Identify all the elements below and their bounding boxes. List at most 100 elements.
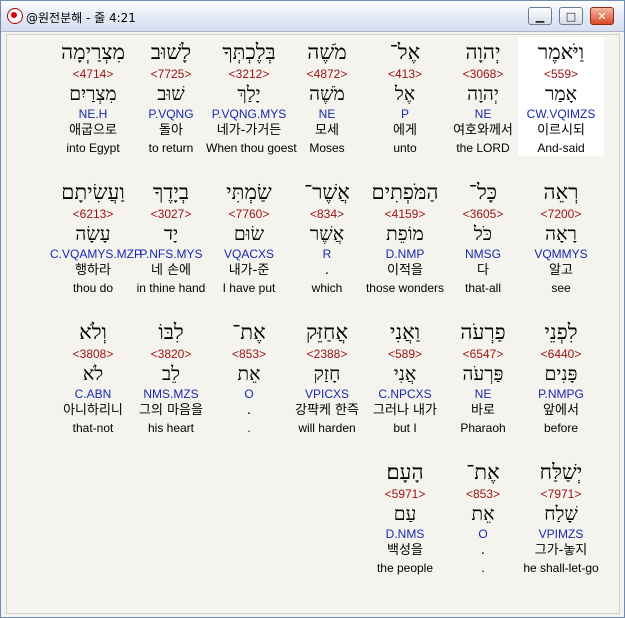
- word-heb: פַרְעֹה: [460, 320, 506, 344]
- word-heb: הַמֹּפְתִים: [371, 180, 439, 204]
- word-cell[interactable]: כָּל־ <3605> כֹּל NMSG 다 that-all: [440, 177, 526, 296]
- word-eng: the LORD: [456, 141, 510, 155]
- word-heb: לִפְנֵי: [544, 320, 578, 344]
- word-cell[interactable]: מֹשֶׁה <4872> מֹשֶׁה NE 모세 Moses: [284, 37, 370, 156]
- word-heb: אֲשֶׁר־: [304, 180, 350, 204]
- word-parse: D.NMS: [385, 527, 425, 541]
- word-cell[interactable]: לִבּוֹ <3820> לֵב NMS.MZS 그의 마음을 his heart: [128, 317, 214, 436]
- word-cell[interactable]: לָשׁוּב <7725> שׁוּב P.VQNG 돌아 to return: [128, 37, 214, 156]
- word-heb: וַיֹּאמֶר: [537, 40, 585, 64]
- word-num: <4872>: [306, 67, 348, 81]
- word-heb: שַׂמְתִּי: [226, 180, 272, 204]
- word-num: <6213>: [72, 207, 114, 221]
- word-lex: אֲנִי: [393, 363, 417, 385]
- word-lex: עַם: [393, 503, 417, 525]
- word-parse: VPIMZS: [538, 527, 584, 541]
- word-cell[interactable]: הָעָם׃ <5971> עַם D.NMS 백성을 the people: [362, 457, 448, 576]
- word-eng: which: [311, 281, 343, 295]
- word-num: <7200>: [540, 207, 582, 221]
- word-cell[interactable]: וַאֲנִי <589> אֲנִי C.NPCXS 그러나 내가 but I: [362, 317, 448, 436]
- word-kor: 바로: [471, 403, 495, 418]
- word-num: <559>: [543, 67, 579, 81]
- word-parse: VQMMYS: [534, 247, 588, 261]
- word-eng: I have put: [222, 281, 276, 295]
- word-cell[interactable]: אֶת־ <853> אֵת O..: [440, 457, 526, 576]
- word-kor: 그가-놓지: [534, 543, 588, 558]
- word-lex: יָלַךְ: [237, 83, 261, 105]
- word-eng: he shall-let-go: [523, 561, 599, 575]
- word-parse: CW.VQIMZS: [526, 107, 596, 121]
- word-cell[interactable]: אֲחַזֵּק <2388> חָזַק VPICXS 강퍅케 한즉 will hard…: [284, 317, 370, 436]
- word-num: <3605>: [462, 207, 504, 221]
- title-bar[interactable]: @원전분해 - 줄 4:21 ▁ □ ✕: [1, 1, 624, 32]
- word-cell[interactable]: שַׂמְתִּי <7760> שׂוּם VQACXS 내가-준 I have put: [206, 177, 292, 296]
- word-cell[interactable]: וְלֹא <3808> לֹא C.ABN 아니하리니 that-not: [50, 317, 136, 436]
- word-lex: כֹּל: [473, 223, 493, 245]
- word-lex: רָאָה: [545, 223, 577, 245]
- word-num: <4159>: [384, 207, 426, 221]
- close-button[interactable]: ✕: [590, 7, 614, 25]
- word-kor: 모세: [315, 123, 339, 138]
- word-heb: לִבּוֹ: [158, 320, 184, 344]
- word-cell[interactable]: בְיָדֶךָ <3027> יָד P.NFS.MYS 네 손에 in thine h…: [128, 177, 214, 296]
- word-num: <2388>: [306, 347, 348, 361]
- app-icon[interactable]: [7, 8, 23, 24]
- word-num: <6440>: [540, 347, 582, 361]
- minimize-button[interactable]: ▁: [528, 7, 552, 25]
- word-eng: .: [247, 421, 251, 435]
- word-parse: R: [322, 247, 332, 261]
- word-kor: .: [324, 263, 330, 278]
- word-eng: into Egypt: [66, 141, 120, 155]
- word-eng: thou do: [72, 281, 114, 295]
- word-parse: VQACXS: [223, 247, 274, 261]
- word-heb: אֶת־: [466, 460, 500, 484]
- word-kor: 네가-가거든: [216, 123, 282, 138]
- word-kor: 에게: [393, 123, 417, 138]
- word-heb: בְּלֶכְתְּךָ: [222, 40, 276, 64]
- word-eng: And-said: [537, 141, 585, 155]
- word-kor: 여호와께서: [453, 123, 513, 138]
- word-num: <6547>: [462, 347, 504, 361]
- word-lex: שׂוּם: [233, 223, 265, 245]
- word-num: <4714>: [72, 67, 114, 81]
- word-num: <413>: [387, 67, 423, 81]
- word-cell[interactable]: אֶל־ <413> אֶל P 에게 unto: [362, 37, 448, 156]
- word-parse: C.ABN: [74, 387, 112, 401]
- maximize-button[interactable]: □: [559, 7, 583, 25]
- word-heb: הָעָם׃: [386, 460, 424, 484]
- window-title: @원전분해 - 줄 4:21: [26, 11, 136, 25]
- word-heb: רְאֵה: [543, 180, 579, 204]
- word-parse: C.NPCXS: [378, 387, 432, 401]
- word-cell[interactable]: אֲשֶׁר־ <834> אֲשֶׁר R. which: [284, 177, 370, 296]
- word-parse: P: [400, 107, 409, 121]
- word-kor: 아니하리니: [63, 403, 123, 418]
- word-num: <5971>: [384, 487, 426, 501]
- word-cell[interactable]: מִצְרַיְמָה <4714> מִצְרַיִם NE.H 애굽으로 into E…: [50, 37, 136, 156]
- word-cell[interactable]: בְּלֶכְתְּךָ <3212> יָלַךְ P.VQNG.MYS 네가-가거든…: [206, 37, 297, 156]
- word-cell[interactable]: וַיֹּאמֶר <559> אָמַר CW.VQIMZS 이르시되 And-said: [518, 37, 604, 156]
- word-eng: his heart: [147, 421, 195, 435]
- word-lex: אֵת: [471, 503, 495, 525]
- word-num: <3027>: [150, 207, 192, 221]
- word-heb: וְלֹא: [79, 320, 107, 344]
- word-kor: 그러나 내가: [373, 403, 437, 418]
- word-parse: C.VQAMYS.MZP: [50, 247, 143, 261]
- word-cell[interactable]: יְהוָה <3068> יְהוָה NE 여호와께서 the LORD: [440, 37, 526, 156]
- word-kor: 내가-준: [228, 263, 270, 278]
- word-cell[interactable]: יְשַׁלַּח <7971> שָׁלַח VPIMZS 그가-놓지 he shall…: [518, 457, 604, 576]
- word-lex: חָזַק: [313, 363, 341, 385]
- word-cell[interactable]: הַמֹּפְתִים <4159> מוֹפֵת D.NMP 이적을 those won…: [362, 177, 448, 296]
- word-cell[interactable]: אֶת־ <853> אֵת O..: [206, 317, 292, 436]
- word-lex: שׁוּב: [157, 83, 185, 105]
- word-cell[interactable]: פַרְעֹה <6547> פַּרְעֹה NE 바로 Pharaoh: [440, 317, 526, 436]
- word-cell[interactable]: וַעֲשִׂיתָם <6213> עָשָׂה C.VQAMYS.MZP 행하라 th…: [50, 177, 143, 296]
- word-eng: see: [551, 281, 571, 295]
- word-num: <7760>: [228, 207, 270, 221]
- word-heb: בְיָדֶךָ: [152, 180, 190, 204]
- word-kor: 알고: [549, 263, 573, 278]
- word-eng: that-all: [464, 281, 502, 295]
- word-cell[interactable]: לִפְנֵי <6440> פָּנִים P.NMPG 앞에서 before: [518, 317, 604, 436]
- word-kor: 돌아: [159, 123, 183, 138]
- word-cell[interactable]: רְאֵה <7200> רָאָה VQMMYS 알고 see: [518, 177, 604, 296]
- word-num: <3820>: [150, 347, 192, 361]
